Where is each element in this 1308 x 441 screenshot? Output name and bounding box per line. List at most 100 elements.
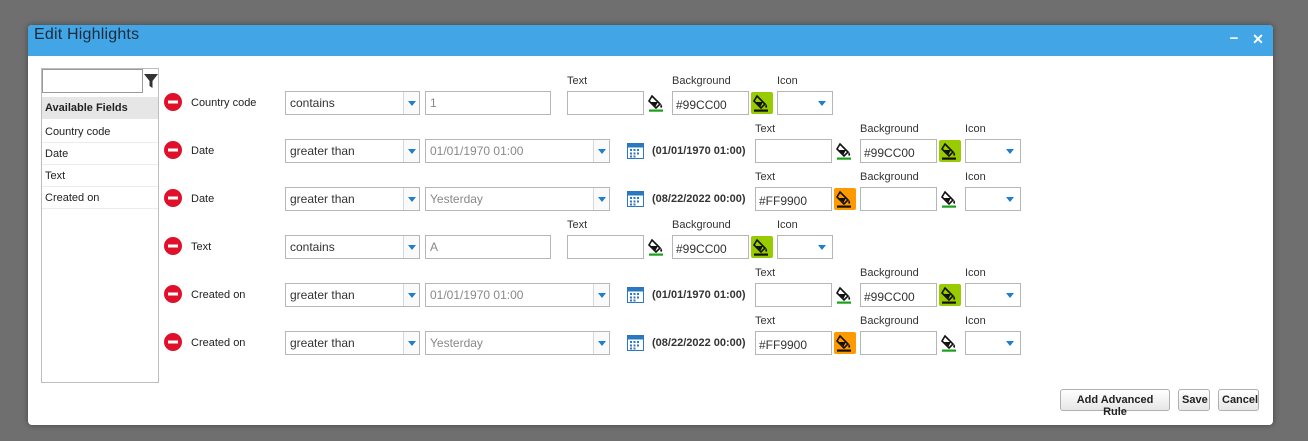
background-color-label: Background — [860, 171, 919, 183]
background-color-label: Background — [672, 219, 731, 231]
resolved-date-note: (08/22/2022 00:00) — [652, 337, 746, 349]
highlight-rule-row: Date greater than Yesterday (08/22/2022 00:… — [28, 171, 1273, 221]
calendar-icon[interactable] — [627, 334, 644, 351]
icon-label: Icon — [965, 171, 986, 183]
calendar-icon[interactable] — [627, 190, 644, 207]
paint-bucket-icon[interactable] — [939, 332, 961, 354]
operator-value: greater than — [290, 192, 355, 206]
text-color-input[interactable] — [567, 91, 644, 115]
resolved-date-note: (01/01/1970 01:00) — [652, 289, 746, 301]
rule-value-input[interactable]: A — [425, 235, 551, 259]
calendar-icon[interactable] — [627, 286, 644, 303]
edit-highlights-dialog: Edit Highlights − ✕ Available Fields Cou… — [28, 25, 1273, 425]
background-color-label: Background — [860, 315, 919, 327]
cancel-button[interactable]: Cancel — [1218, 389, 1259, 411]
background-color-label: Background — [672, 75, 731, 87]
chevron-down-icon — [593, 188, 609, 210]
background-color-label: Background — [860, 123, 919, 135]
icon-select[interactable] — [965, 139, 1021, 163]
remove-rule-icon[interactable] — [164, 189, 182, 207]
chevron-down-icon — [593, 140, 609, 162]
operator-select[interactable]: contains — [285, 235, 420, 259]
text-color-label: Text — [755, 315, 776, 327]
background-color-input[interactable] — [860, 139, 937, 163]
operator-value: greater than — [290, 336, 355, 350]
resolved-date-note: (08/22/2022 00:00) — [652, 193, 746, 205]
rule-field-label: Date — [191, 193, 215, 205]
rule-value-input[interactable]: 1 — [425, 91, 551, 115]
paint-bucket-icon[interactable] — [939, 284, 961, 306]
icon-select[interactable] — [777, 235, 833, 259]
chevron-down-icon — [403, 188, 419, 210]
dialog-titlebar: Edit Highlights − ✕ — [28, 25, 1273, 56]
minimize-button[interactable]: − — [1227, 31, 1241, 47]
paint-bucket-icon[interactable] — [939, 188, 961, 210]
icon-label: Icon — [965, 267, 986, 279]
chevron-down-icon — [403, 92, 419, 114]
paint-bucket-icon[interactable] — [834, 140, 856, 162]
operator-select[interactable]: greater than — [285, 331, 420, 355]
paint-bucket-icon[interactable] — [939, 140, 961, 162]
paint-bucket-icon[interactable] — [834, 284, 856, 306]
paint-bucket-icon[interactable] — [751, 236, 773, 258]
text-color-input[interactable] — [755, 187, 832, 211]
icon-select[interactable] — [965, 331, 1021, 355]
save-button[interactable]: Save — [1178, 389, 1210, 411]
close-button[interactable]: ✕ — [1251, 31, 1265, 47]
remove-rule-icon[interactable] — [164, 285, 182, 303]
highlight-rule-row: Created on greater than 01/01/1970 01:00 (0… — [28, 267, 1273, 317]
text-color-input[interactable] — [755, 283, 832, 307]
rule-value: Yesterday — [430, 336, 483, 350]
remove-rule-icon[interactable] — [164, 141, 182, 159]
paint-bucket-icon[interactable] — [751, 92, 773, 114]
remove-rule-icon[interactable] — [164, 93, 182, 111]
background-color-input[interactable] — [860, 187, 937, 211]
paint-bucket-icon[interactable] — [646, 92, 668, 114]
dialog-title: Edit Highlights — [34, 26, 140, 43]
rule-field-label: Created on — [191, 289, 246, 301]
rule-value: 01/01/1970 01:00 — [430, 288, 524, 302]
date-value-select[interactable]: 01/01/1970 01:00 — [425, 139, 610, 163]
operator-value: greater than — [290, 288, 355, 302]
icon-select[interactable] — [965, 283, 1021, 307]
add-advanced-rule-button[interactable]: Add Advanced Rule — [1060, 389, 1170, 418]
text-color-label: Text — [567, 75, 588, 87]
remove-rule-icon[interactable] — [164, 237, 182, 255]
text-color-label: Text — [567, 219, 588, 231]
operator-select[interactable]: greater than — [285, 283, 420, 307]
rule-field-label: Country code — [191, 97, 257, 109]
background-color-input[interactable] — [672, 235, 749, 259]
text-color-input[interactable] — [755, 331, 832, 355]
paint-bucket-icon[interactable] — [646, 236, 668, 258]
background-color-input[interactable] — [860, 331, 937, 355]
background-color-input[interactable] — [860, 283, 937, 307]
operator-value: contains — [290, 96, 335, 110]
rule-value: 01/01/1970 01:00 — [430, 144, 524, 158]
operator-select[interactable]: greater than — [285, 187, 420, 211]
text-color-input[interactable] — [755, 139, 832, 163]
icon-label: Icon — [777, 75, 798, 87]
rule-value: A — [430, 240, 439, 254]
text-color-input[interactable] — [567, 235, 644, 259]
rule-field-label: Text — [191, 241, 212, 253]
highlight-rule-row: Date greater than 01/01/1970 01:00 (01/01/1… — [28, 123, 1273, 173]
icon-select[interactable] — [965, 187, 1021, 211]
chevron-down-icon — [403, 236, 419, 258]
background-color-input[interactable] — [672, 91, 749, 115]
text-color-label: Text — [755, 171, 776, 183]
icon-select[interactable] — [777, 91, 833, 115]
operator-value: greater than — [290, 144, 355, 158]
date-value-select[interactable]: Yesterday — [425, 331, 610, 355]
paint-bucket-icon[interactable] — [834, 188, 856, 210]
operator-select[interactable]: contains — [285, 91, 420, 115]
rule-field-label: Created on — [191, 337, 246, 349]
paint-bucket-icon[interactable] — [834, 332, 856, 354]
icon-label: Icon — [965, 315, 986, 327]
remove-rule-icon[interactable] — [164, 333, 182, 351]
resolved-date-note: (01/01/1970 01:00) — [652, 145, 746, 157]
date-value-select[interactable]: Yesterday — [425, 187, 610, 211]
calendar-icon[interactable] — [627, 142, 644, 159]
operator-select[interactable]: greater than — [285, 139, 420, 163]
date-value-select[interactable]: 01/01/1970 01:00 — [425, 283, 610, 307]
icon-label: Icon — [965, 123, 986, 135]
